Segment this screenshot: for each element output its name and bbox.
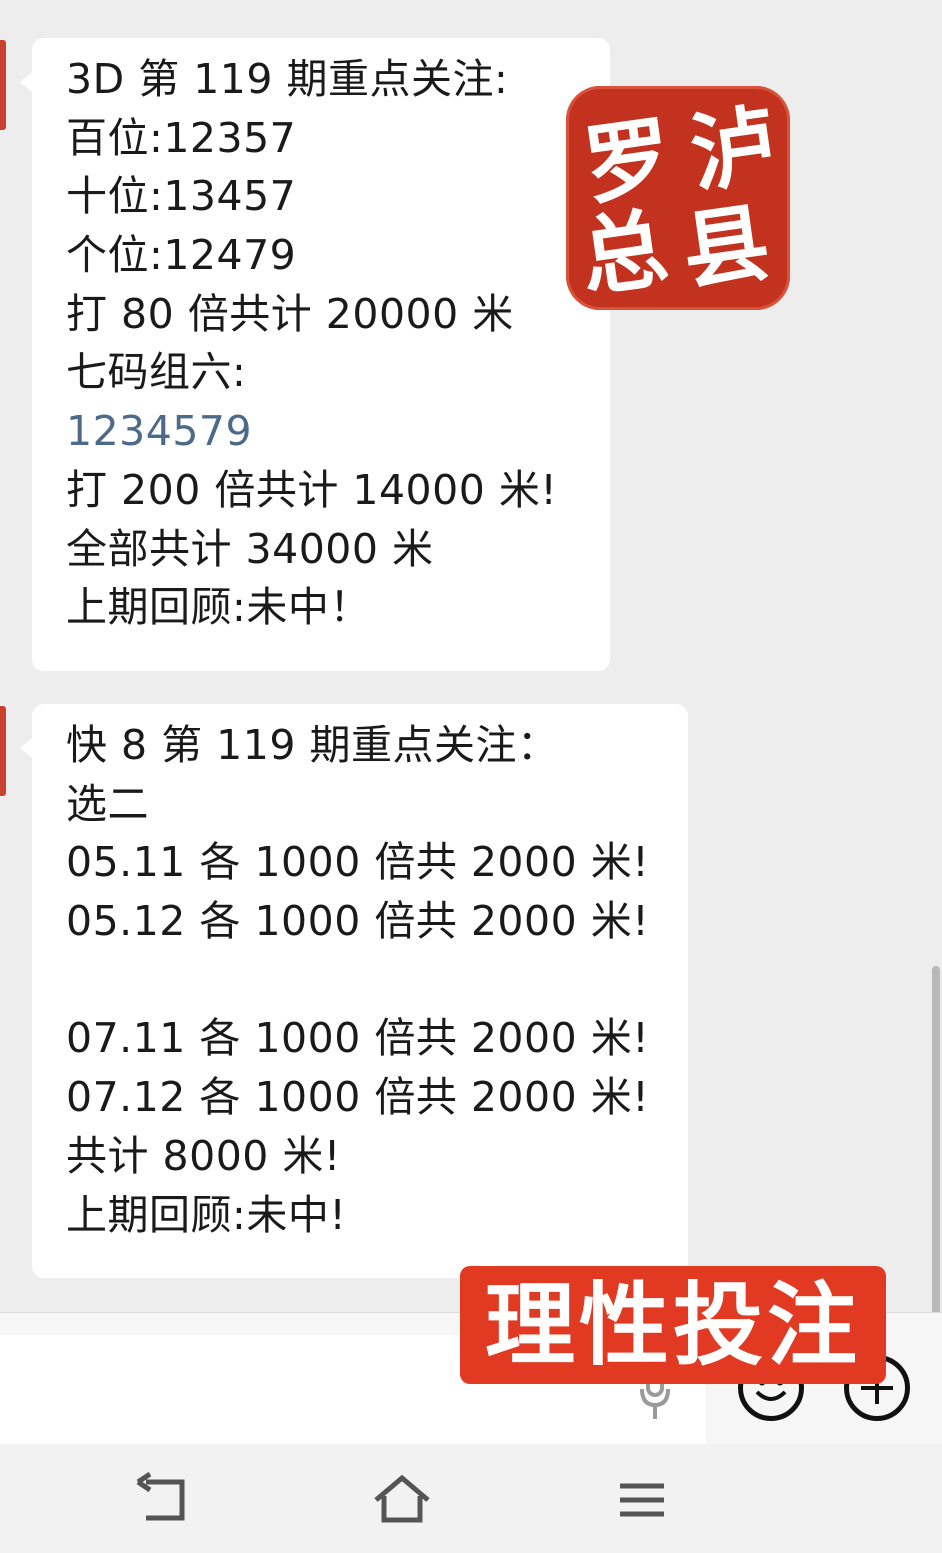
message-line: 3D 第 119 期重点关注: bbox=[66, 55, 509, 103]
message-line: 05.11 各 1000 倍共 2000 米! bbox=[66, 838, 650, 887]
message-number-link[interactable]: 1234579 bbox=[66, 402, 586, 461]
system-navigation-bar bbox=[0, 1444, 942, 1553]
message-line: 个位:12479 bbox=[66, 231, 297, 280]
message-line: 七码组六: bbox=[66, 348, 247, 397]
message-line: 打 200 倍共计 14000 米! bbox=[66, 465, 558, 514]
message-line: 全部共计 34000 米 bbox=[66, 524, 434, 573]
message-line: 打 80 倍共计 20000 米 bbox=[66, 289, 514, 338]
seal-stamp: 泸 县 罗 总 bbox=[566, 86, 790, 310]
seal-char: 县 bbox=[676, 191, 776, 304]
rational-betting-banner: 理性投注 bbox=[460, 1266, 886, 1384]
message-line: 共计 8000 米! bbox=[66, 1131, 341, 1180]
scrollbar[interactable] bbox=[932, 966, 940, 1318]
avatar[interactable] bbox=[0, 706, 6, 796]
seal-char: 泸 bbox=[684, 93, 784, 206]
message-line: 十位:13457 bbox=[66, 172, 297, 221]
message-line: 百位:12357 bbox=[66, 113, 297, 162]
back-icon[interactable] bbox=[132, 1472, 192, 1528]
chat-message-bubble[interactable]: 快 8 第 119 期重点关注： 选二 05.11 各 1000 倍共 2000… bbox=[20, 704, 688, 1278]
message-line: 07.12 各 1000 倍共 2000 米! bbox=[66, 1073, 650, 1122]
message-line: 快 8 第 119 期重点关注： bbox=[66, 721, 559, 769]
chat-message-bubble[interactable]: 3D 第 119 期重点关注: 百位:12357 十位:13457 个位:124… bbox=[20, 38, 610, 671]
seal-char: 总 bbox=[574, 197, 674, 310]
message-line: 选二 bbox=[66, 779, 149, 828]
message-line: 上期回顾:未中! bbox=[66, 1190, 347, 1239]
message-line: 05.12 各 1000 倍共 2000 米! bbox=[66, 897, 650, 946]
message-line: 07.11 各 1000 倍共 2000 米! bbox=[66, 1014, 650, 1063]
avatar[interactable] bbox=[0, 40, 6, 130]
home-icon[interactable] bbox=[372, 1472, 432, 1528]
message-line bbox=[66, 951, 664, 1010]
message-line: 上期回顾:未中！ bbox=[66, 583, 371, 632]
menu-icon[interactable] bbox=[612, 1472, 672, 1528]
